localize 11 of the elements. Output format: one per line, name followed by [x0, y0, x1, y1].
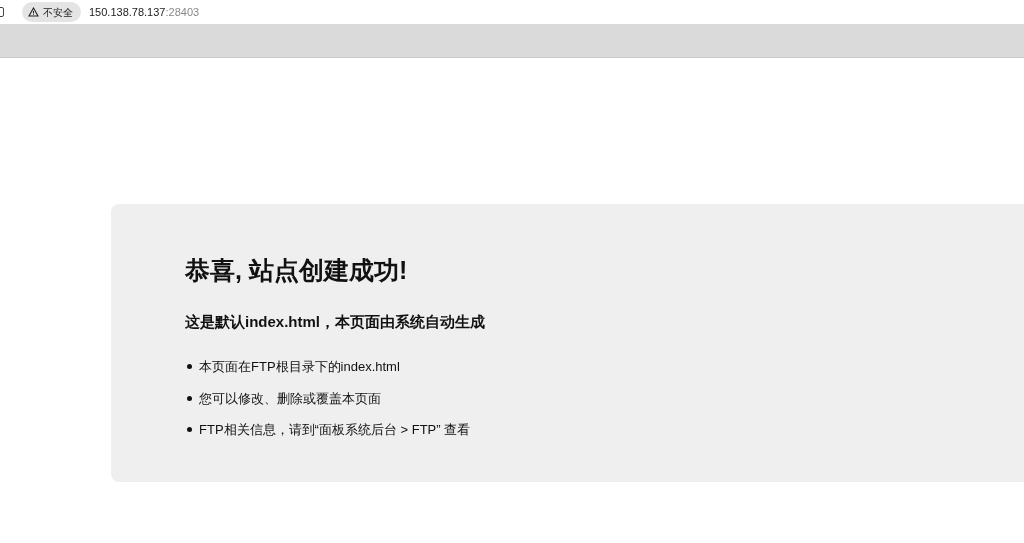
bullet-icon — [187, 427, 192, 433]
bullet-icon — [187, 395, 192, 401]
warning-icon — [28, 7, 39, 17]
page-subtitle: 这是默认index.html，本页面由系统自动生成 — [185, 311, 486, 332]
url-text: 150.138.78.137:28403 — [89, 4, 200, 20]
bullet-icon — [187, 364, 192, 370]
page-heading: 恭喜, 站点创建成功! — [185, 255, 409, 286]
list-item: 本页面在FTP根目录下的index.html — [199, 358, 400, 376]
list-item: 您可以修改、删除或覆盖本页面 — [199, 389, 381, 408]
list-item: FTP相关信息，请到“面板系统后台 > FTP” 查看 — [199, 421, 471, 439]
security-chip[interactable]: 不安全 — [22, 2, 81, 22]
